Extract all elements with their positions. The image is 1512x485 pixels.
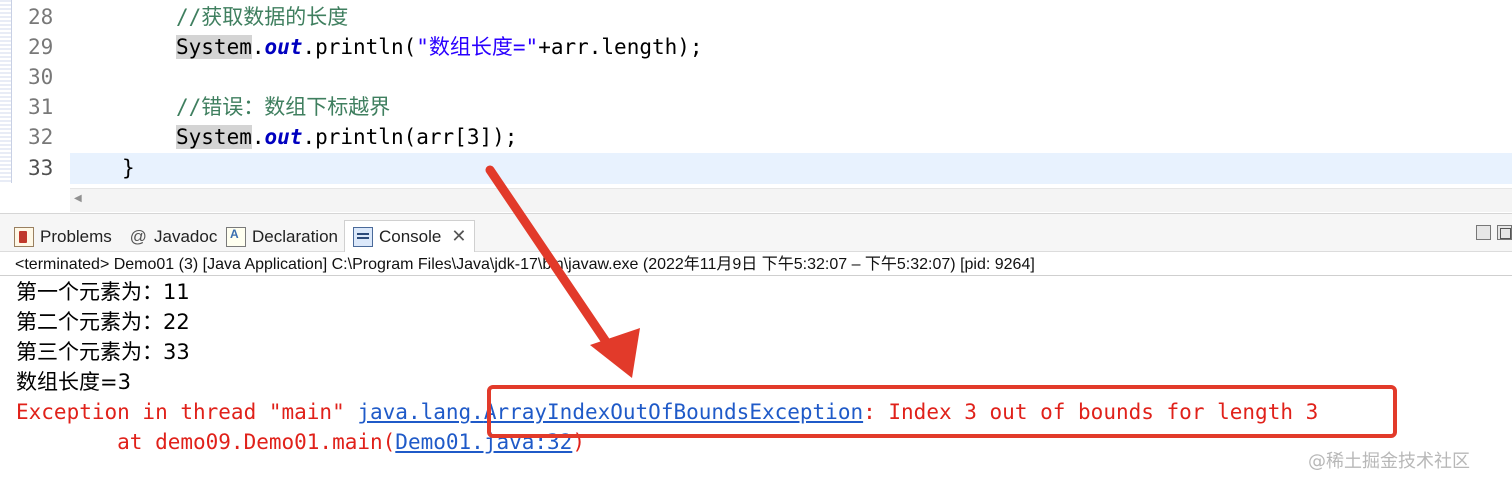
watermark: @稀土掘金技术社区	[1308, 451, 1470, 472]
annotation-highlight-box	[487, 385, 1397, 438]
